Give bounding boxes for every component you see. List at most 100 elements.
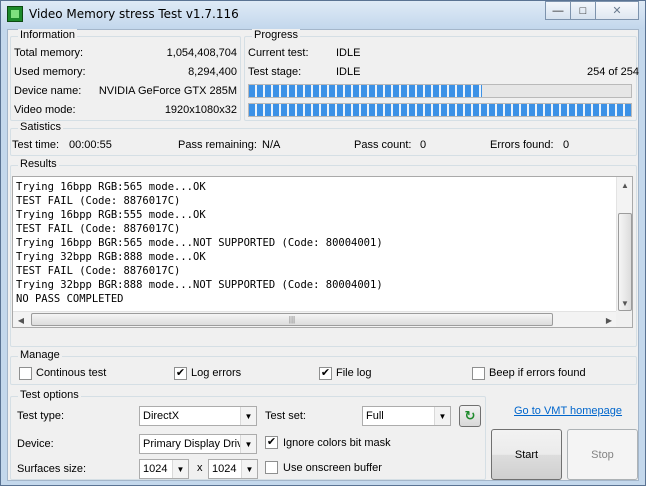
test-time-value: 00:00:55 bbox=[69, 139, 112, 151]
video-mode-label: Video mode: bbox=[14, 104, 76, 116]
information-group-label: Information bbox=[18, 29, 78, 41]
total-progress-fill bbox=[249, 104, 631, 116]
surface-width-value: 1024 bbox=[143, 463, 168, 475]
device-select[interactable]: Primary Display Drive ▼ bbox=[139, 434, 257, 454]
test-stage-label: Test stage: bbox=[248, 66, 302, 78]
result-line: TEST FAIL (Code: 8876017C) bbox=[16, 223, 181, 235]
beep-if-errors-label[interactable]: Beep if errors found bbox=[489, 367, 586, 379]
result-line: Trying 16bpp RGB:555 mode...OK bbox=[16, 209, 206, 221]
test-type-select[interactable]: DirectX ▼ bbox=[139, 406, 257, 426]
stage-progress-bar bbox=[248, 84, 632, 98]
device-name-value: NVIDIA GeForce GTX 285M bbox=[98, 85, 237, 97]
scrollbar-corner bbox=[616, 311, 632, 327]
stage-count: 254 of 254 bbox=[587, 66, 639, 78]
onscreen-buffer-label[interactable]: Use onscreen buffer bbox=[283, 462, 382, 474]
ignore-colors-label[interactable]: Ignore colors bit mask bbox=[283, 437, 391, 449]
chevron-down-icon: ▼ bbox=[240, 407, 256, 425]
stage-progress-fill bbox=[249, 85, 483, 97]
test-options-group-label: Test options bbox=[18, 389, 81, 401]
result-line: TEST FAIL (Code: 8876017C) bbox=[16, 195, 181, 207]
manage-group-label: Manage bbox=[18, 349, 62, 361]
surfaces-size-label: Surfaces size: bbox=[17, 463, 87, 475]
file-log-label[interactable]: File log bbox=[336, 367, 371, 379]
pass-count-value: 0 bbox=[420, 139, 427, 151]
pass-count-label: Pass count: bbox=[354, 139, 412, 151]
chevron-down-icon: ▼ bbox=[172, 460, 188, 478]
progress-group-label: Progress bbox=[252, 29, 301, 41]
test-set-value: Full bbox=[366, 410, 384, 422]
surface-width-select[interactable]: 1024 ▼ bbox=[139, 459, 189, 479]
device-label: Device: bbox=[17, 438, 54, 450]
result-line: Trying 16bpp BGR:565 mode...NOT SUPPORTE… bbox=[16, 237, 383, 249]
test-time-label: Test time: bbox=[12, 139, 60, 151]
app-icon bbox=[7, 6, 23, 22]
result-line: Trying 32bpp RGB:888 mode...OK bbox=[16, 251, 206, 263]
test-set-select[interactable]: Full ▼ bbox=[362, 406, 451, 426]
horizontal-scroll-thumb[interactable]: ||| bbox=[31, 313, 553, 326]
current-test-value: IDLE bbox=[336, 47, 361, 59]
checkmark-icon: ✔ bbox=[175, 367, 186, 379]
continous-test-label[interactable]: Continous test bbox=[36, 367, 106, 379]
vmt-homepage-link[interactable]: Go to VMT homepage bbox=[514, 405, 622, 417]
checkmark-icon: ✔ bbox=[320, 367, 331, 379]
app-window: Video Memory stress Test v1.7.116 — □ ✕ … bbox=[0, 0, 646, 486]
start-button[interactable]: Start bbox=[491, 429, 562, 480]
total-memory-label: Total memory: bbox=[14, 47, 84, 59]
close-button[interactable]: ✕ bbox=[595, 1, 639, 20]
test-stage-value: IDLE bbox=[336, 66, 361, 78]
window-title: Video Memory stress Test v1.7.116 bbox=[29, 7, 239, 21]
surface-height-select[interactable]: 1024 ▼ bbox=[208, 459, 258, 479]
chevron-down-icon: ▼ bbox=[241, 460, 257, 478]
result-line: Trying 32bpp BGR:888 mode...NOT SUPPORTE… bbox=[16, 279, 383, 291]
stop-button[interactable]: Stop bbox=[567, 429, 638, 480]
progress-group: Progress Current test: IDLE Test stage: … bbox=[244, 29, 639, 121]
total-progress-bar bbox=[248, 103, 632, 117]
errors-found-value: 0 bbox=[563, 139, 570, 151]
manage-group: Manage Continous test ✔ Log errors ✔ Fil… bbox=[10, 349, 637, 385]
test-options-group: Test options Test type: DirectX ▼ Test s… bbox=[10, 389, 486, 480]
refresh-icon: ↻ bbox=[464, 408, 476, 423]
title-bar[interactable]: Video Memory stress Test v1.7.116 — □ ✕ bbox=[1, 1, 645, 29]
surface-height-value: 1024 bbox=[212, 463, 237, 475]
file-log-checkbox[interactable]: ✔ bbox=[319, 367, 332, 380]
result-line: TEST FAIL (Code: 8876017C) bbox=[16, 265, 181, 277]
checkmark-icon: ✔ bbox=[266, 436, 277, 448]
scroll-up-arrow-icon[interactable]: ▲ bbox=[617, 177, 633, 193]
scroll-right-arrow-icon[interactable]: ▶ bbox=[601, 312, 617, 328]
results-group-label: Results bbox=[18, 158, 59, 170]
scroll-left-arrow-icon[interactable]: ◀ bbox=[13, 312, 29, 328]
results-horizontal-scrollbar[interactable]: ◀ ||| ▶ bbox=[13, 311, 617, 327]
used-memory-label: Used memory: bbox=[14, 66, 86, 78]
scroll-down-arrow-icon[interactable]: ▼ bbox=[617, 295, 633, 311]
results-vertical-scrollbar[interactable]: ▲ ▼ bbox=[616, 177, 632, 311]
errors-found-label: Errors found: bbox=[490, 139, 554, 151]
log-errors-checkbox[interactable]: ✔ bbox=[174, 367, 187, 380]
total-memory-value: 1,054,408,704 bbox=[166, 47, 237, 59]
test-type-value: DirectX bbox=[143, 410, 180, 422]
result-line: Trying 16bpp RGB:565 mode...OK bbox=[16, 181, 206, 193]
pass-remaining-value: N/A bbox=[262, 139, 281, 151]
result-line: NO PASS COMPLETED bbox=[16, 293, 124, 305]
current-test-label: Current test: bbox=[248, 47, 309, 59]
test-set-label: Test set: bbox=[265, 410, 306, 422]
maximize-button[interactable]: □ bbox=[570, 1, 596, 20]
onscreen-buffer-checkbox[interactable] bbox=[265, 461, 278, 474]
caption-buttons: — □ ✕ bbox=[545, 1, 639, 21]
device-name-label: Device name: bbox=[14, 85, 82, 97]
beep-if-errors-checkbox[interactable] bbox=[472, 367, 485, 380]
close-icon: ✕ bbox=[612, 5, 622, 17]
log-errors-label[interactable]: Log errors bbox=[191, 367, 241, 379]
minimize-icon: — bbox=[552, 4, 564, 17]
continous-test-checkbox[interactable] bbox=[19, 367, 32, 380]
device-value: Primary Display Drive bbox=[143, 438, 249, 450]
results-log[interactable]: Trying 16bpp RGB:565 mode...OK TEST FAIL… bbox=[12, 176, 633, 328]
test-type-label: Test type: bbox=[17, 410, 65, 422]
ignore-colors-checkbox[interactable]: ✔ bbox=[265, 436, 278, 449]
surface-size-separator: x bbox=[197, 462, 203, 474]
statistics-group: Satistics Test time: 00:00:55 Pass remai… bbox=[10, 121, 637, 156]
used-memory-value: 8,294,400 bbox=[188, 66, 237, 78]
chevron-down-icon: ▼ bbox=[434, 407, 450, 425]
minimize-button[interactable]: — bbox=[545, 1, 571, 20]
video-mode-value: 1920x1080x32 bbox=[164, 104, 237, 116]
refresh-button[interactable]: ↻ bbox=[459, 405, 481, 427]
